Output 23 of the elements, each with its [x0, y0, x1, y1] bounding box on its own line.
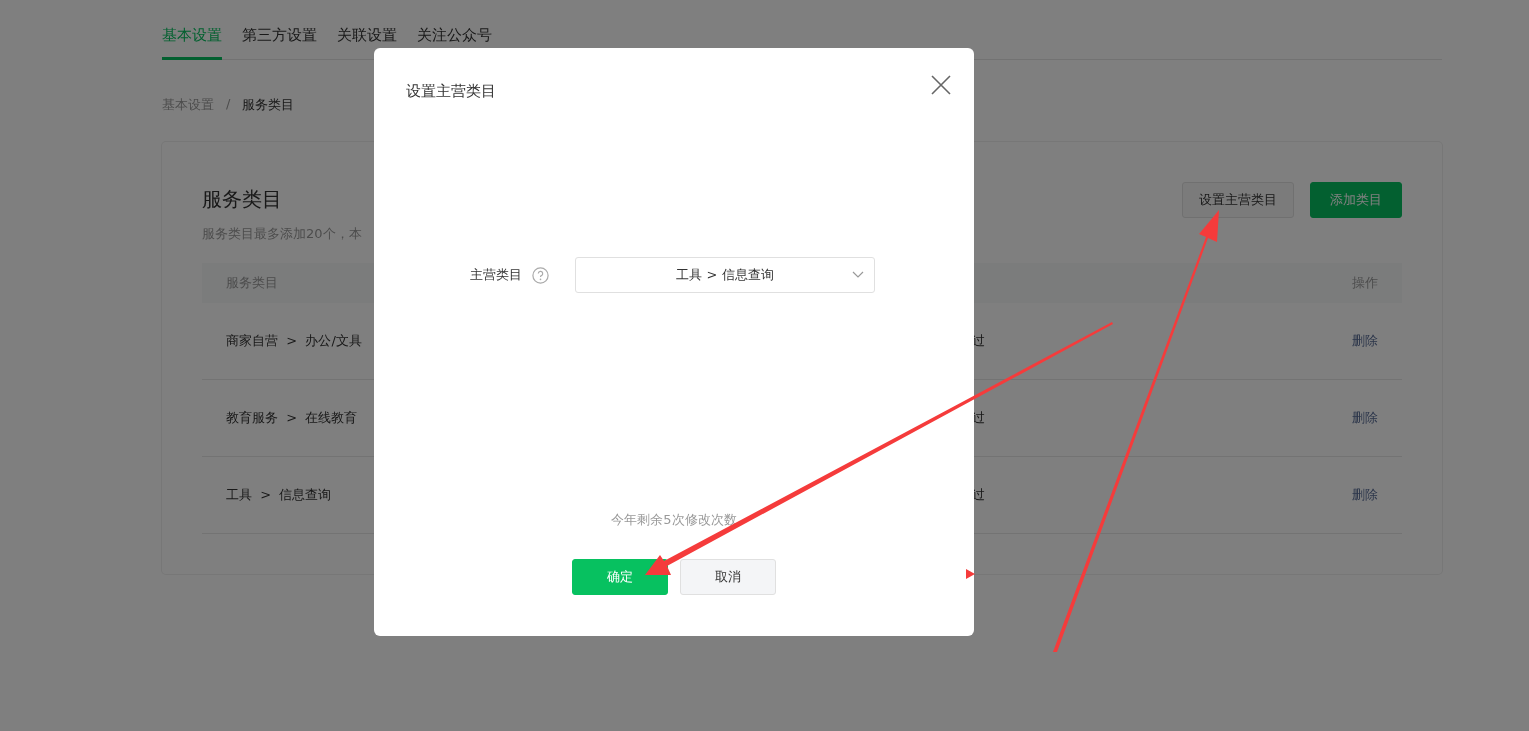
close-icon[interactable] [930, 74, 952, 96]
delete-link[interactable]: 删除 [1352, 409, 1378, 427]
set-main-category-button[interactable]: 设置主营类目 [1182, 182, 1294, 218]
tab[interactable]: 基本设置 [162, 24, 222, 60]
tab[interactable]: 第三方设置 [242, 24, 317, 60]
category-select[interactable]: 工具 > 信息查询 [575, 257, 875, 293]
category-cell: 商家自营 > 办公/文具 [226, 332, 362, 350]
section-title: 服务类目 [202, 186, 283, 213]
category-cell: 教育服务 > 在线教育 [226, 409, 358, 427]
chevron-down-icon [852, 271, 864, 279]
tab[interactable]: 关注公众号 [417, 24, 492, 60]
cancel-button[interactable]: 取消 [680, 559, 776, 595]
confirm-button[interactable]: 确定 [572, 559, 668, 595]
breadcrumb-separator: / [226, 96, 231, 113]
delete-link[interactable]: 删除 [1352, 486, 1378, 504]
dialog-title: 设置主营类目 [406, 82, 496, 101]
tab[interactable]: 关联设置 [337, 24, 397, 60]
add-category-button[interactable]: 添加类目 [1310, 182, 1402, 218]
delete-link[interactable]: 删除 [1352, 332, 1378, 350]
remaining-changes-text: 今年剩余5次修改次数 [610, 511, 738, 529]
field-label: 主营类目 [470, 266, 522, 284]
breadcrumb-current: 服务类目 [242, 96, 295, 114]
category-cell: 工具 > 信息查询 [226, 486, 332, 504]
